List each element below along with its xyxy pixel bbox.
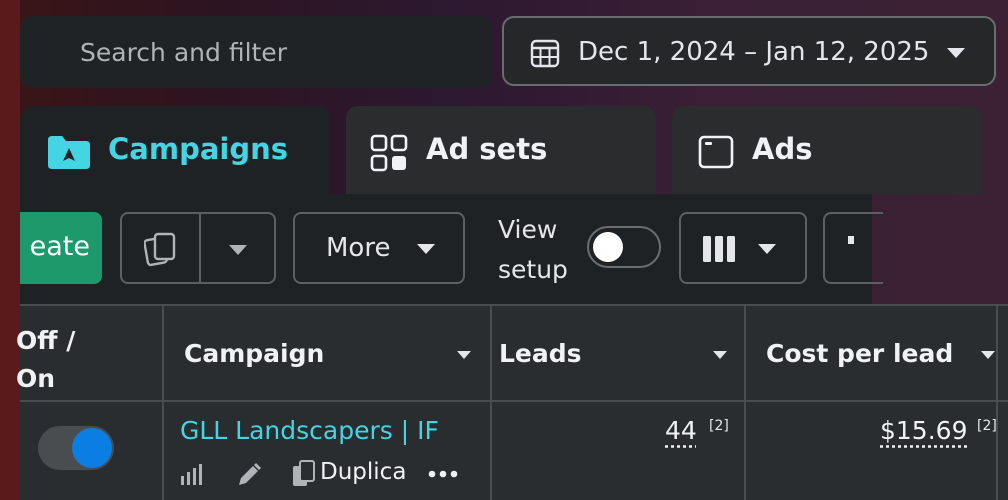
row-actions: Duplica bbox=[180, 458, 480, 492]
header-divider bbox=[20, 400, 1008, 402]
chevron-down-icon bbox=[947, 48, 965, 58]
columns-icon bbox=[703, 236, 735, 262]
folder-campaign-icon bbox=[48, 136, 90, 169]
header-cost-per-lead[interactable]: Cost per lead bbox=[766, 339, 953, 368]
edit-pencil-icon[interactable] bbox=[236, 462, 262, 488]
header-campaign[interactable]: Campaign bbox=[184, 339, 324, 368]
column-divider bbox=[996, 304, 998, 500]
ad-window-icon bbox=[698, 135, 734, 169]
duplicate-icon[interactable] bbox=[144, 231, 178, 267]
duplicate-icon[interactable] bbox=[292, 460, 316, 488]
chevron-down-icon bbox=[417, 244, 435, 254]
columns-button[interactable] bbox=[679, 212, 807, 284]
tab-ad-sets[interactable]: Ad sets bbox=[346, 106, 656, 194]
breakdown-button[interactable] bbox=[823, 212, 883, 284]
campaigns-table: Off / On Campaign Leads Cost per lead GL… bbox=[16, 304, 1008, 500]
leads-reference: [2] bbox=[709, 418, 729, 434]
column-divider bbox=[162, 304, 164, 500]
column-divider bbox=[744, 304, 746, 500]
calendar-icon bbox=[530, 39, 560, 68]
chevron-down-icon[interactable] bbox=[980, 350, 996, 360]
header-leads[interactable]: Leads bbox=[499, 339, 582, 368]
header-off-on[interactable]: Off / On bbox=[16, 322, 75, 398]
button-divider bbox=[199, 214, 201, 282]
tab-campaigns-label: Campaigns bbox=[108, 132, 289, 166]
view-setup-label: View setup bbox=[498, 215, 568, 284]
create-button[interactable]: eate bbox=[20, 212, 102, 284]
more-button-label: More bbox=[326, 233, 391, 263]
chevron-down-icon[interactable] bbox=[712, 350, 728, 360]
duplicate-label[interactable]: Duplica bbox=[320, 459, 406, 485]
tab-campaigns[interactable]: Campaigns bbox=[20, 106, 330, 194]
chevron-down-icon[interactable] bbox=[456, 350, 472, 360]
date-range-picker[interactable]: Dec 1, 2024 – Jan 12, 2025 bbox=[502, 16, 996, 86]
window-edge bbox=[0, 0, 20, 500]
leads-value[interactable]: 44 bbox=[665, 416, 697, 445]
chevron-down-icon[interactable] bbox=[228, 244, 248, 256]
toggle-knob bbox=[72, 428, 112, 468]
toggle-knob bbox=[593, 232, 623, 262]
duplicate-button-group bbox=[120, 212, 276, 284]
campaign-on-off-toggle[interactable] bbox=[38, 426, 114, 470]
grid-icon bbox=[370, 134, 408, 172]
tab-ads[interactable]: Ads bbox=[672, 106, 982, 194]
chevron-down-icon bbox=[758, 244, 776, 254]
search-input[interactable] bbox=[20, 16, 492, 88]
cost-reference: [2] bbox=[977, 418, 997, 434]
table-border bbox=[20, 304, 1008, 306]
date-range-label: Dec 1, 2024 – Jan 12, 2025 bbox=[578, 37, 930, 67]
tab-ads-label: Ads bbox=[752, 132, 813, 166]
cost-per-lead-value[interactable]: $15.69 bbox=[880, 416, 967, 445]
create-button-label: eate bbox=[29, 231, 90, 262]
more-options-icon[interactable] bbox=[428, 470, 458, 478]
bar-chart-icon[interactable] bbox=[180, 464, 204, 486]
breakdown-icon bbox=[848, 236, 854, 244]
tab-ad-sets-label: Ad sets bbox=[426, 132, 548, 166]
toolbar: eate More View setup bbox=[20, 194, 883, 304]
view-setup-toggle[interactable] bbox=[587, 226, 661, 268]
campaign-name-link[interactable]: GLL Landscapers | IF bbox=[180, 416, 439, 445]
more-button[interactable]: More bbox=[293, 212, 465, 284]
search-box[interactable] bbox=[20, 16, 492, 88]
column-divider bbox=[490, 304, 492, 500]
